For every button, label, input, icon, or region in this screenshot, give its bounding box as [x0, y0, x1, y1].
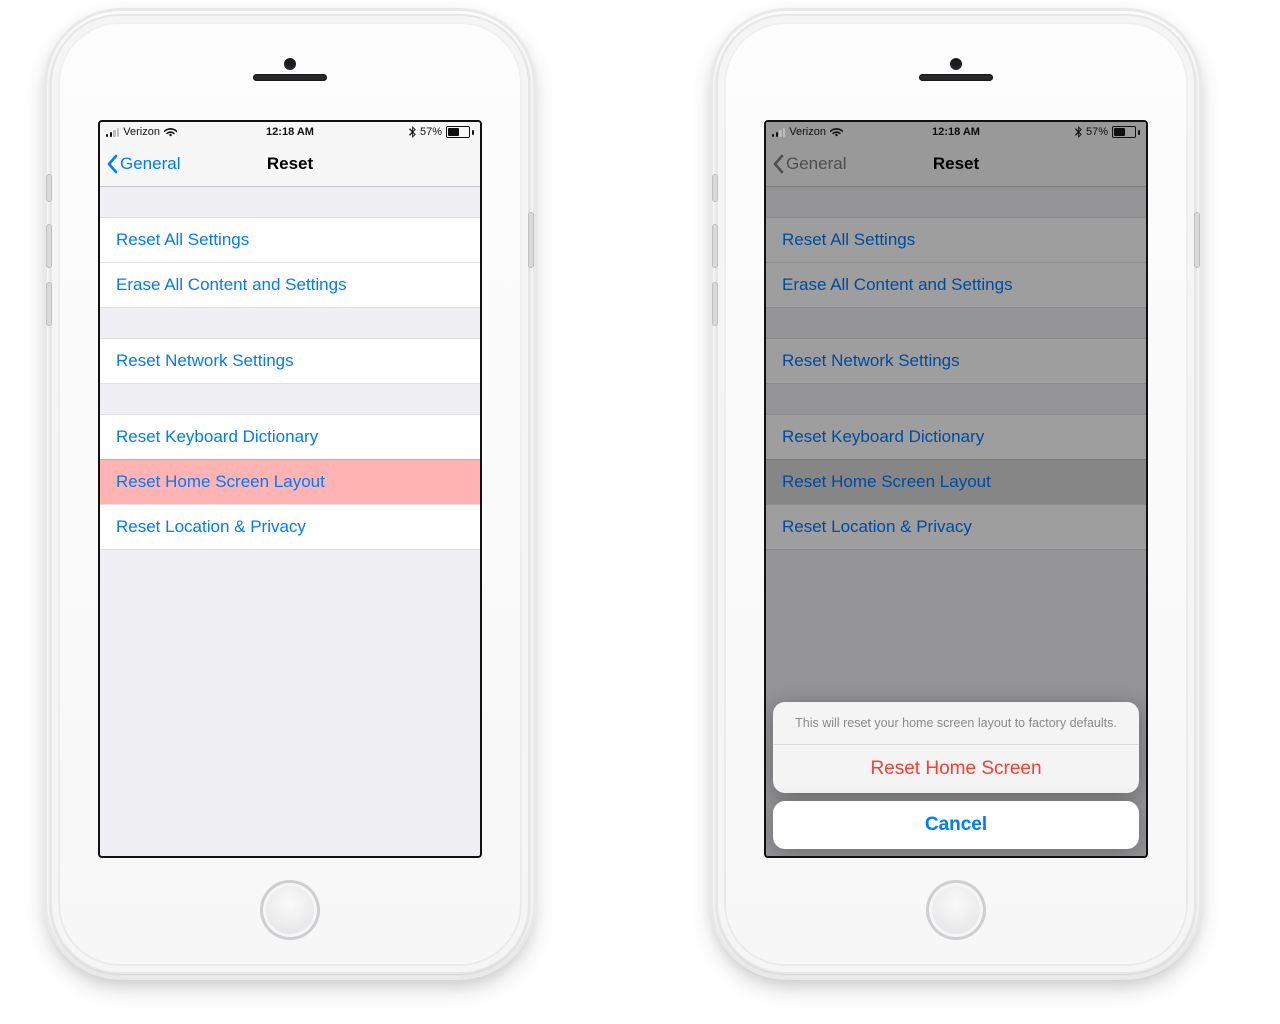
wifi-icon: [830, 127, 843, 137]
reset-network-settings-row[interactable]: Reset Network Settings: [100, 339, 480, 383]
group-1: Reset All Settings Erase All Content and…: [100, 217, 480, 308]
screen-right: Verizon 12:18 AM 57%: [764, 120, 1148, 858]
carrier-label: Verizon: [789, 126, 826, 138]
reset-home-screen-layout-row[interactable]: Reset Home Screen Layout: [100, 459, 480, 504]
battery-percent-label: 57%: [420, 126, 442, 138]
earpiece-icon: [919, 74, 993, 81]
reset-keyboard-dictionary-label: Reset Keyboard Dictionary: [116, 427, 318, 447]
volume-down-button: [46, 282, 52, 326]
reset-all-settings-row[interactable]: Reset All Settings: [100, 218, 480, 262]
signal-strength-icon: [106, 127, 119, 137]
home-button[interactable]: [260, 880, 320, 940]
chevron-left-icon: [106, 154, 118, 174]
battery-icon: [1112, 126, 1140, 138]
back-label: General: [120, 154, 180, 174]
bluetooth-icon: [1075, 126, 1082, 138]
reset-home-screen-button[interactable]: Reset Home Screen: [773, 745, 1139, 793]
power-button: [1194, 212, 1200, 268]
cancel-button[interactable]: Cancel: [773, 801, 1139, 849]
group-3: Reset Keyboard Dictionary Reset Home Scr…: [100, 414, 480, 550]
action-sheet: This will reset your home screen layout …: [773, 702, 1139, 849]
power-button: [528, 212, 534, 268]
group-2: Reset Network Settings: [100, 338, 480, 384]
earpiece-icon: [253, 74, 327, 81]
front-camera-icon: [950, 58, 962, 70]
screen-left: Verizon 12:18 AM 57%: [98, 120, 482, 858]
home-button[interactable]: [926, 880, 986, 940]
reset-location-privacy-label: Reset Location & Privacy: [116, 517, 306, 537]
volume-up-button: [712, 224, 718, 268]
mute-switch: [712, 174, 718, 202]
reset-all-settings-label: Reset All Settings: [116, 230, 249, 250]
bluetooth-icon: [409, 126, 416, 138]
erase-all-content-row[interactable]: Erase All Content and Settings: [100, 262, 480, 307]
signal-strength-icon: [772, 127, 785, 137]
wifi-icon: [164, 127, 177, 137]
battery-fill: [1114, 128, 1125, 136]
front-camera-icon: [284, 58, 296, 70]
volume-down-button: [712, 282, 718, 326]
reset-location-privacy-row[interactable]: Reset Location & Privacy: [100, 504, 480, 549]
mute-switch: [46, 174, 52, 202]
reset-keyboard-dictionary-row[interactable]: Reset Keyboard Dictionary: [100, 415, 480, 459]
reset-home-screen-layout-label: Reset Home Screen Layout: [116, 472, 325, 492]
reset-network-settings-label: Reset Network Settings: [116, 351, 294, 371]
action-sheet-message: This will reset your home screen layout …: [773, 702, 1139, 745]
battery-percent-label: 57%: [1086, 126, 1108, 138]
battery-icon: [446, 126, 474, 138]
iphone-device-left: Verizon 12:18 AM 57%: [50, 14, 530, 974]
status-bar: Verizon 12:18 AM 57%: [100, 122, 480, 142]
back-button[interactable]: General: [100, 154, 180, 174]
iphone-device-right: Verizon 12:18 AM 57%: [716, 14, 1196, 974]
battery-fill: [448, 128, 459, 136]
erase-all-content-label: Erase All Content and Settings: [116, 275, 347, 295]
nav-bar: General Reset: [100, 142, 480, 187]
carrier-label: Verizon: [123, 126, 160, 138]
volume-up-button: [46, 224, 52, 268]
